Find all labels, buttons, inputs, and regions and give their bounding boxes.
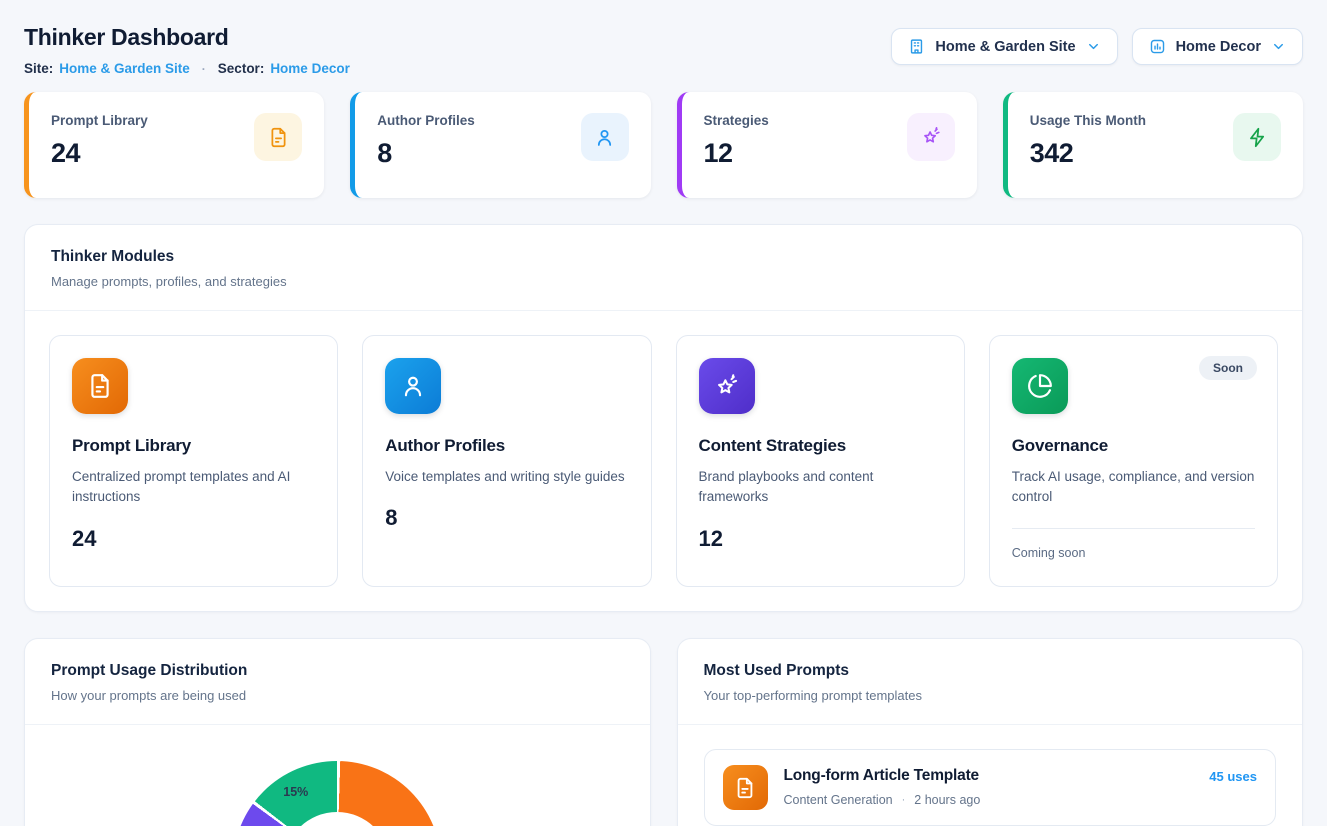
chevron-down-icon [1271,39,1286,54]
sector-selector-label: Home Decor [1176,39,1261,55]
header-titles: Thinker Dashboard Site: Home & Garden Si… [24,22,350,76]
chevron-down-icon [1086,39,1101,54]
usage-chart-area: 15% [25,761,650,826]
module-description: Brand playbooks and content frameworks [699,467,942,508]
prompt-category: Content Generation [784,793,893,807]
zap-icon [1233,113,1281,161]
stat-card-author-profiles: Author Profiles 8 [350,92,650,198]
site-selector-dropdown[interactable]: Home & Garden Site [891,28,1117,65]
module-description: Centralized prompt templates and AI inst… [72,467,315,508]
prompt-list-item[interactable]: Long-form Article Template Content Gener… [704,749,1277,826]
sparkle-star-icon [907,113,955,161]
stat-label: Usage This Month [1030,113,1146,128]
module-footer: Coming soon [1012,528,1255,560]
module-count: 8 [385,505,628,531]
module-count: 12 [699,526,942,552]
modules-panel-subtitle: Manage prompts, profiles, and strategies [51,274,1276,289]
site-label: Site: [24,61,53,76]
user-icon [581,113,629,161]
sector-label: Sector: [218,61,265,76]
module-card-prompt-library[interactable]: Prompt Library Centralized prompt templa… [49,335,338,587]
module-card-author-profiles[interactable]: Author Profiles Voice templates and writ… [362,335,651,587]
prompt-usage-panel: Prompt Usage Distribution How your promp… [24,638,651,826]
stat-value: 12 [704,138,769,169]
modules-grid: Prompt Library Centralized prompt templa… [25,311,1302,611]
modules-panel-title: Thinker Modules [51,248,1276,266]
prompt-title: Long-form Article Template [784,767,981,785]
file-icon [72,358,128,414]
soon-badge: Soon [1199,356,1257,380]
stat-value: 8 [377,138,475,169]
sector-selector-dropdown[interactable]: Home Decor [1132,28,1303,65]
dashboard-page: Thinker Dashboard Site: Home & Garden Si… [0,0,1327,826]
thinker-modules-panel: Thinker Modules Manage prompts, profiles… [24,224,1303,612]
meta-dot: · [902,794,906,806]
stat-label: Prompt Library [51,113,148,128]
pie-chart-icon [1012,358,1068,414]
most-used-prompts-panel: Most Used Prompts Your top-performing pr… [677,638,1304,826]
stat-value: 342 [1030,138,1146,169]
stat-value: 24 [51,138,148,169]
file-icon [254,113,302,161]
module-count: 24 [72,526,315,552]
stat-card-strategies: Strategies 12 [677,92,977,198]
bottom-row: Prompt Usage Distribution How your promp… [24,638,1303,826]
stats-row: Prompt Library 24 Author Profiles 8 [24,92,1303,198]
module-card-governance[interactable]: Soon Governance Track AI usage, complian… [989,335,1278,587]
user-icon [385,358,441,414]
file-icon [723,765,768,810]
prompts-panel-header: Most Used Prompts Your top-performing pr… [678,639,1303,725]
sector-link[interactable]: Home Decor [270,61,350,76]
site-sector-subline: Site: Home & Garden Site · Sector: Home … [24,61,350,76]
prompts-panel-subtitle: Your top-performing prompt templates [704,688,1277,703]
stat-label: Strategies [704,113,769,128]
top-bar: Thinker Dashboard Site: Home & Garden Si… [24,22,1303,76]
header-selectors: Home & Garden Site Home Decor [891,28,1303,65]
stat-card-prompt-library: Prompt Library 24 [24,92,324,198]
donut-slice-label: 15% [283,785,308,799]
module-title: Content Strategies [699,436,942,456]
subline-dot: · [202,62,206,76]
prompts-panel-title: Most Used Prompts [704,662,1277,680]
module-title: Governance [1012,436,1255,456]
module-title: Author Profiles [385,436,628,456]
usage-panel-header: Prompt Usage Distribution How your promp… [25,639,650,725]
module-title: Prompt Library [72,436,315,456]
bar-chart-icon [1149,38,1166,55]
prompt-time: 2 hours ago [914,793,980,807]
module-description: Voice templates and writing style guides [385,467,628,487]
stat-label: Author Profiles [377,113,475,128]
site-selector-label: Home & Garden Site [935,39,1075,55]
sparkle-star-icon [699,358,755,414]
module-description: Track AI usage, compliance, and version … [1012,467,1255,508]
modules-panel-header: Thinker Modules Manage prompts, profiles… [25,225,1302,311]
site-link[interactable]: Home & Garden Site [59,61,190,76]
usage-panel-subtitle: How your prompts are being used [51,688,624,703]
stat-card-usage: Usage This Month 342 [1003,92,1303,198]
usage-panel-title: Prompt Usage Distribution [51,662,624,680]
page-title: Thinker Dashboard [24,24,350,51]
prompts-list: Long-form Article Template Content Gener… [678,725,1303,826]
prompt-uses-count: 45 uses [1209,765,1257,784]
usage-donut-chart: 15% [233,761,441,826]
building-icon [908,38,925,55]
prompt-meta: Content Generation · 2 hours ago [784,793,981,807]
module-card-content-strategies[interactable]: Content Strategies Brand playbooks and c… [676,335,965,587]
